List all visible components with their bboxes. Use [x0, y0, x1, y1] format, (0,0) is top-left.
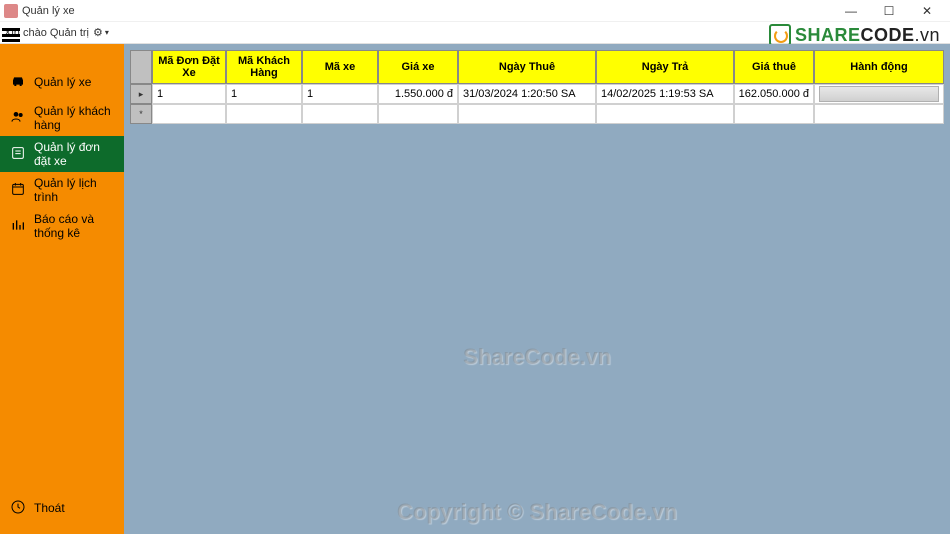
- users-icon: [10, 109, 26, 128]
- sidebar-item-label: Báo cáo và thống kê: [34, 212, 114, 240]
- brand-icon: [769, 24, 791, 46]
- maximize-button[interactable]: ☐: [870, 0, 908, 22]
- cell-action[interactable]: [814, 84, 944, 104]
- grid-row[interactable]: ▸ 1 1 1 1.550.000 đ 31/03/2024 1:20:50 S…: [130, 84, 944, 104]
- cell-empty[interactable]: [378, 104, 458, 124]
- cell-empty[interactable]: [814, 104, 944, 124]
- title-bar: Quản lý xe — ☐ ✕: [0, 0, 950, 22]
- window-controls: — ☐ ✕: [832, 0, 946, 22]
- cell-rent-date[interactable]: 31/03/2024 1:20:50 SA: [458, 84, 596, 104]
- col-rent-date[interactable]: Ngày Thuê: [458, 50, 596, 84]
- sidebar-item-vehicle[interactable]: Quản lý xe: [0, 64, 124, 100]
- cell-empty[interactable]: [734, 104, 814, 124]
- col-order-id[interactable]: Mã Đơn Đặt Xe: [152, 50, 226, 84]
- brand-text-vn: .vn: [914, 25, 940, 46]
- dropdown-icon[interactable]: ▾: [105, 28, 109, 37]
- cell-empty[interactable]: [152, 104, 226, 124]
- cell-empty[interactable]: [226, 104, 302, 124]
- order-icon: [10, 145, 26, 164]
- hamburger-icon[interactable]: [2, 28, 20, 42]
- sidebar-item-label: Quản lý xe: [34, 75, 91, 89]
- close-button[interactable]: ✕: [908, 0, 946, 22]
- sidebar-item-label: Quản lý đơn đặt xe: [34, 140, 114, 168]
- chart-icon: [10, 217, 26, 236]
- row-marker[interactable]: ▸: [130, 84, 152, 104]
- sidebar-item-orders[interactable]: Quản lý đơn đặt xe: [0, 136, 124, 172]
- main-layout: Quản lý xe Quản lý khách hàng Quản lý đơ…: [0, 44, 950, 534]
- cell-vehicle-id[interactable]: 1: [302, 84, 378, 104]
- watermark: ShareCode.vn: [463, 344, 611, 370]
- new-row-marker[interactable]: *: [130, 104, 152, 124]
- app-icon: [4, 4, 18, 18]
- sidebar-item-label: Thoát: [34, 501, 65, 515]
- gear-icon[interactable]: ⚙: [93, 26, 103, 39]
- cell-rent-price[interactable]: 162.050.000 đ: [734, 84, 814, 104]
- sidebar-item-schedule[interactable]: Quản lý lịch trình: [0, 172, 124, 208]
- cell-customer-id[interactable]: 1: [226, 84, 302, 104]
- data-grid[interactable]: Mã Đơn Đặt Xe Mã Khách Hàng Mã xe Giá xe…: [130, 50, 944, 124]
- col-rent-price[interactable]: Giá thuê: [734, 50, 814, 84]
- grid-corner: [130, 50, 152, 84]
- calendar-icon: [10, 181, 26, 200]
- window-title: Quản lý xe: [22, 5, 832, 17]
- brand-logo: SHARECODE.vn: [769, 24, 940, 46]
- cell-return-date[interactable]: 14/02/2025 1:19:53 SA: [596, 84, 734, 104]
- cell-empty[interactable]: [596, 104, 734, 124]
- col-action[interactable]: Hành động: [814, 50, 944, 84]
- col-vehicle-id[interactable]: Mã xe: [302, 50, 378, 84]
- cell-empty[interactable]: [458, 104, 596, 124]
- sidebar-item-label: Quản lý khách hàng: [34, 104, 114, 132]
- brand-text-code: CODE: [860, 25, 914, 46]
- main-content: Mã Đơn Đặt Xe Mã Khách Hàng Mã xe Giá xe…: [124, 44, 950, 534]
- sidebar-item-exit[interactable]: Thoát: [0, 490, 124, 526]
- car-icon: [10, 73, 26, 92]
- sidebar: Quản lý xe Quản lý khách hàng Quản lý đơ…: [0, 44, 124, 534]
- cell-order-id[interactable]: 1: [152, 84, 226, 104]
- exit-icon: [10, 499, 26, 518]
- sidebar-item-reports[interactable]: Báo cáo và thống kê: [0, 208, 124, 244]
- minimize-button[interactable]: —: [832, 0, 870, 22]
- cell-vehicle-price[interactable]: 1.550.000 đ: [378, 84, 458, 104]
- cell-empty[interactable]: [302, 104, 378, 124]
- watermark: Copyright © ShareCode.vn: [397, 499, 677, 525]
- grid-new-row[interactable]: *: [130, 104, 944, 124]
- col-return-date[interactable]: Ngày Trả: [596, 50, 734, 84]
- sidebar-item-label: Quản lý lịch trình: [34, 176, 114, 204]
- sidebar-item-customer[interactable]: Quản lý khách hàng: [0, 100, 124, 136]
- col-vehicle-price[interactable]: Giá xe: [378, 50, 458, 84]
- brand-text-share: SHARE: [795, 25, 861, 46]
- grid-header-row: Mã Đơn Đặt Xe Mã Khách Hàng Mã xe Giá xe…: [130, 50, 944, 84]
- col-customer-id[interactable]: Mã Khách Hàng: [226, 50, 302, 84]
